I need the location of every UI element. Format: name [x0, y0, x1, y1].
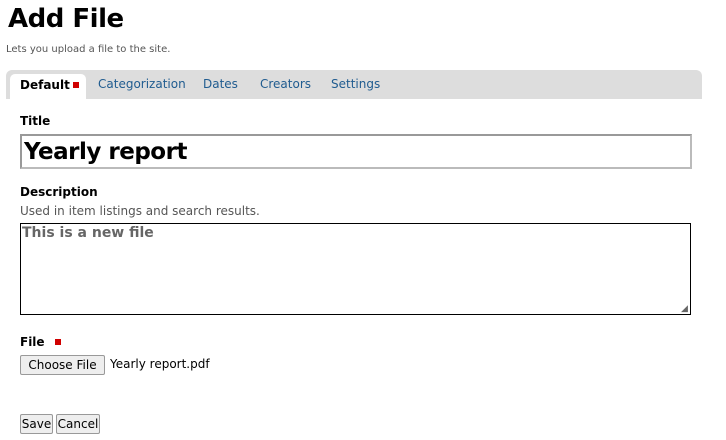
file-label: File — [20, 335, 61, 349]
resize-grip-icon[interactable]: ◢ — [681, 305, 689, 314]
tab-bar: Default Categorization Dates Creators Se… — [6, 70, 702, 99]
description-label: Description — [20, 185, 98, 199]
tab-settings[interactable]: Settings — [331, 70, 380, 99]
required-marker-icon — [72, 81, 79, 88]
tab-categorization[interactable]: Categorization — [98, 70, 186, 99]
page-subtitle: Lets you upload a file to the site. — [6, 44, 171, 55]
description-value: This is a new file — [22, 225, 154, 241]
tab-dates[interactable]: Dates — [203, 70, 238, 99]
selected-file-name: Yearly report.pdf — [110, 357, 210, 371]
description-textarea[interactable]: This is a new file ◢ — [20, 223, 691, 315]
save-button[interactable]: Save — [20, 414, 53, 434]
cancel-button[interactable]: Cancel — [56, 414, 100, 434]
title-label: Title — [20, 114, 51, 128]
choose-file-button[interactable]: Choose File — [20, 355, 105, 375]
description-help: Used in item listings and search results… — [20, 204, 260, 218]
page-title: Add File — [8, 4, 124, 34]
tab-creators[interactable]: Creators — [260, 70, 311, 99]
required-marker-icon — [54, 338, 61, 345]
file-label-text: File — [20, 335, 45, 349]
title-input[interactable]: Yearly report — [20, 134, 692, 169]
tab-default[interactable]: Default — [10, 74, 86, 99]
tab-label: Default — [20, 78, 70, 92]
